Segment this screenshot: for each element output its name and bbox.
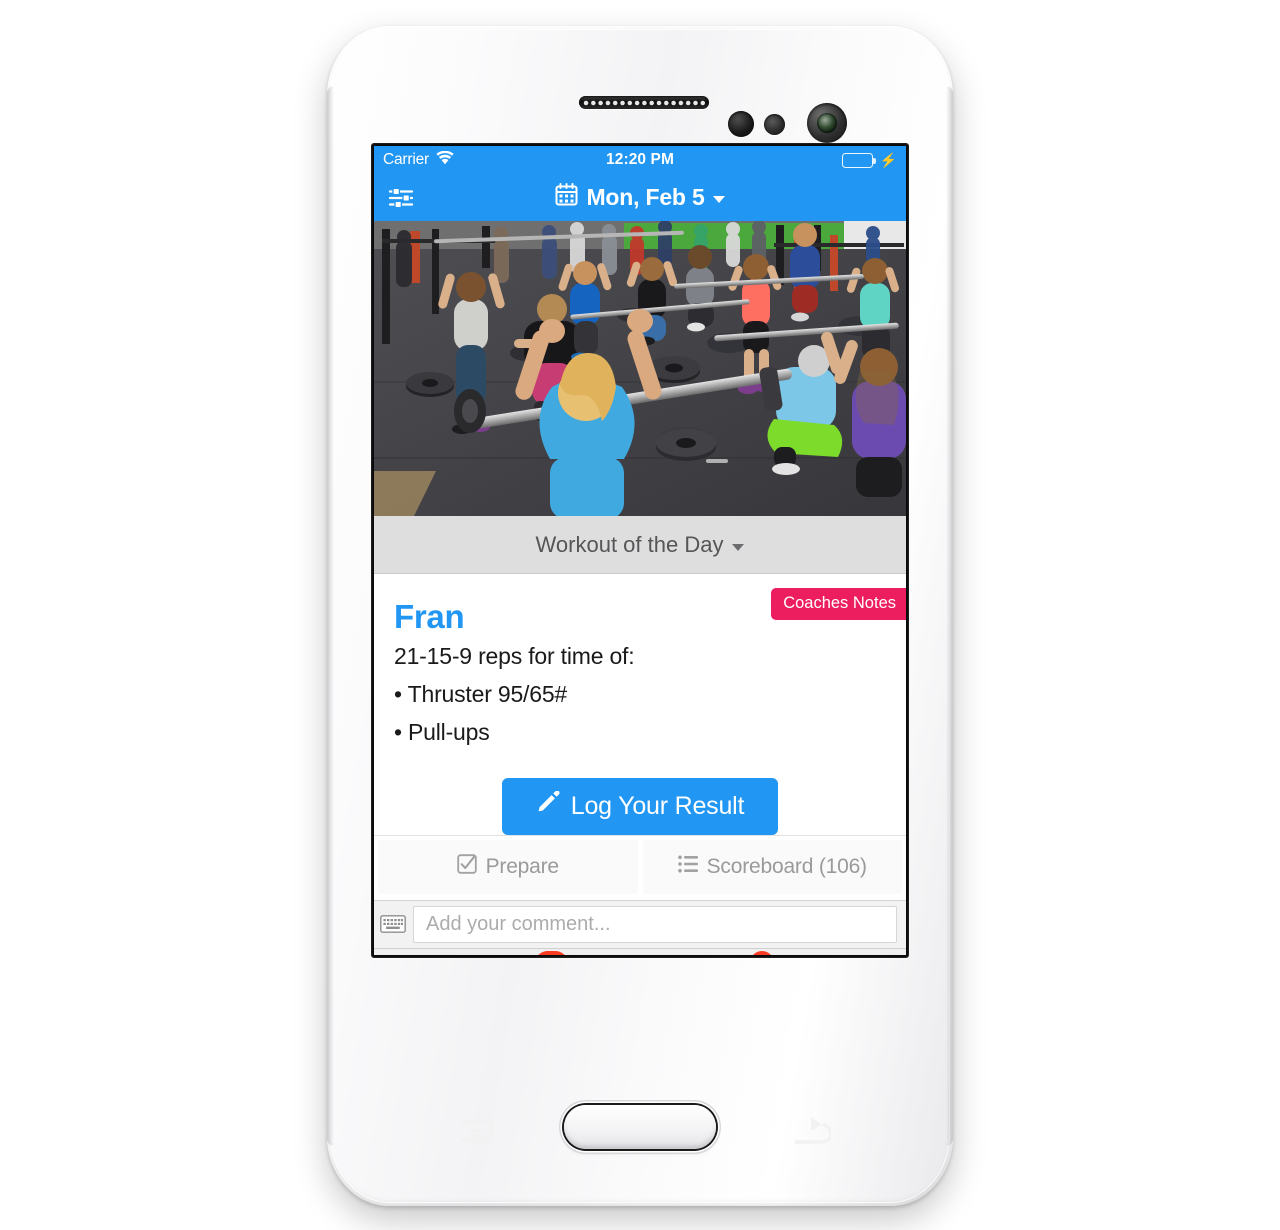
caret-down-icon bbox=[732, 543, 745, 551]
status-bar: Carrier 12:20 PM ⚡ bbox=[374, 146, 906, 174]
carrier-label: Carrier bbox=[383, 151, 429, 168]
nav-bar: Mon, Feb 5 bbox=[374, 174, 906, 221]
caret-down-icon bbox=[712, 196, 725, 203]
bottom-tab-bar: Whiteboard 19 Friends bbox=[374, 947, 906, 955]
camera-lens-icon bbox=[817, 113, 837, 133]
scoreboard-button[interactable]: Scoreboard (106) bbox=[642, 839, 902, 894]
workout-of-the-day-selector[interactable]: Workout of the Day bbox=[374, 516, 906, 574]
calendar-icon bbox=[555, 183, 578, 212]
battery-full-icon bbox=[841, 152, 876, 168]
sliders-filter-icon[interactable] bbox=[388, 187, 414, 209]
gym-class-photo bbox=[374, 221, 906, 516]
coaches-notes-badge[interactable]: Coaches Notes bbox=[771, 588, 906, 620]
status-bar-right: ⚡ bbox=[841, 152, 897, 168]
workout-line-thruster: • Thruster 95/65# bbox=[394, 680, 567, 707]
prepare-label: Prepare bbox=[485, 854, 560, 878]
back-key[interactable] bbox=[789, 1116, 833, 1146]
wod-selector-label: Workout of the Day bbox=[535, 531, 724, 557]
workout-action-row: Prepare Scoreboard (106) bbox=[374, 834, 906, 900]
tab-me[interactable]: Me bbox=[587, 949, 693, 955]
lightning-bolt-icon: ⚡ bbox=[879, 152, 897, 168]
home-button[interactable] bbox=[564, 1105, 716, 1149]
prepare-button[interactable]: Prepare bbox=[378, 839, 638, 894]
phone-mockup: Carrier 12:20 PM ⚡ Mon, Feb 5 Workout of… bbox=[327, 26, 953, 1206]
status-bar-left: Carrier bbox=[383, 150, 454, 169]
menu-key[interactable] bbox=[458, 1116, 500, 1146]
earpiece-speaker-icon bbox=[579, 96, 709, 109]
workout-line-reps: 21-15-9 reps for time of: bbox=[394, 643, 635, 669]
proximity-sensor-icon bbox=[728, 111, 754, 137]
notifications-badge: 1 bbox=[750, 950, 774, 955]
friends-badge: 19 bbox=[534, 950, 568, 955]
log-button-label: Log Your Result bbox=[570, 791, 745, 820]
log-result-row: Log Your Result bbox=[394, 777, 886, 835]
tab-more[interactable]: More bbox=[800, 949, 906, 955]
nav-title-label: Mon, Feb 5 bbox=[586, 184, 705, 210]
wifi-icon bbox=[436, 150, 454, 169]
checkbox-checked-icon bbox=[456, 854, 477, 880]
tab-whiteboard[interactable]: Whiteboard bbox=[374, 949, 480, 955]
date-selector[interactable]: Mon, Feb 5 bbox=[374, 183, 906, 212]
keyboard-icon[interactable] bbox=[380, 915, 406, 934]
comment-input[interactable] bbox=[413, 905, 897, 943]
workout-line-pullups: • Pull-ups bbox=[394, 718, 490, 745]
phone-screen: Carrier 12:20 PM ⚡ Mon, Feb 5 Workout of… bbox=[374, 146, 906, 955]
pencil-icon bbox=[536, 790, 560, 822]
screen-bezel: Carrier 12:20 PM ⚡ Mon, Feb 5 Workout of… bbox=[371, 143, 909, 958]
light-sensor-icon bbox=[764, 114, 785, 135]
scoreboard-label: Scoreboard (106) bbox=[706, 854, 867, 878]
tab-notifications[interactable]: 1 Notifications bbox=[693, 949, 799, 955]
workout-details: Coaches Notes Fran 21-15-9 reps for time… bbox=[374, 574, 906, 835]
front-camera-icon bbox=[807, 103, 847, 143]
log-your-result-button[interactable]: Log Your Result bbox=[501, 777, 779, 835]
list-icon bbox=[677, 855, 698, 879]
comment-bar bbox=[374, 899, 906, 948]
tab-friends[interactable]: 19 Friends bbox=[480, 949, 586, 955]
